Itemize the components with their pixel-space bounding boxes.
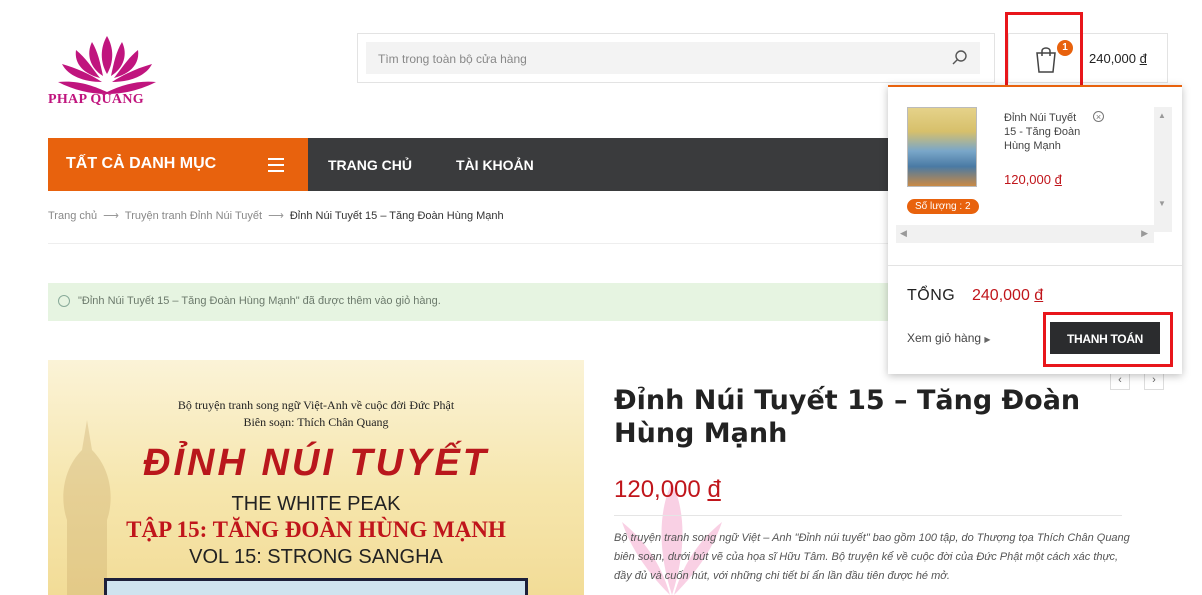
cover-title-en: THE WHITE PEAK [231, 493, 401, 515]
product-image[interactable]: Bộ truyện tranh song ngữ Việt-Anh về cuộ… [48, 360, 584, 595]
mini-cart-item-price-amount: 120,000 [1004, 172, 1051, 187]
mini-cart-item-currency: đ [1054, 172, 1062, 187]
scroll-left-icon[interactable]: ◀ [900, 228, 907, 239]
nav-item-home[interactable]: TRANG CHỦ [328, 157, 412, 173]
scroll-down-icon[interactable]: ▼ [1158, 199, 1166, 208]
breadcrumb-separator: ⟶ [103, 210, 119, 222]
mini-cart-item-thumbnail[interactable] [907, 107, 977, 187]
all-categories-label: TẤT CẢ DANH MỤC [66, 155, 217, 172]
mini-cart-item-name[interactable]: Đỉnh Núi Tuyết 15 - Tăng Đoàn Hùng Mạnh [1004, 111, 1084, 153]
mini-cart-total-currency: đ [1034, 287, 1044, 304]
breadcrumb-current: Đỉnh Núi Tuyết 15 – Tăng Đoàn Hùng Mạnh [289, 210, 504, 222]
search-bar [357, 33, 995, 83]
breadcrumb-separator: ⟶ [268, 210, 284, 222]
divider [614, 515, 1122, 516]
product-price-amount: 120,000 [614, 476, 701, 503]
checkout-highlight [1043, 312, 1173, 367]
cover-illustration-frame [104, 578, 528, 595]
mini-cart-item-price: 120,000 đ [1004, 172, 1062, 187]
product-price: 120,000 đ [614, 476, 721, 504]
all-categories-menu[interactable]: TẤT CẢ DANH MỤC [48, 138, 308, 191]
mini-cart-total-label: TỔNG [907, 287, 956, 304]
cover-volume-vn: TẬP 15: TĂNG ĐOÀN HÙNG MẠNH [126, 517, 506, 542]
product-title: Đỉnh Núi Tuyết 15 – Tăng Đoàn Hùng Mạnh [614, 385, 1081, 449]
cover-author-line: Biên soạn: Thích Chân Quang [243, 415, 389, 429]
caret-right-icon: ▶ [984, 335, 991, 344]
remove-item-icon[interactable]: × [1093, 111, 1104, 122]
cart-icon-highlight [1005, 12, 1083, 89]
added-to-cart-notice: "Đỉnh Núi Tuyết 15 – Tăng Đoàn Hùng Mạnh… [48, 283, 898, 321]
breadcrumb: Trang chủ ⟶ Truyện tranh Đỉnh Núi Tuyết ⟶ Đỉ… [48, 209, 504, 222]
view-cart-link[interactable]: Xem giỏ hàng ▶ [907, 331, 991, 345]
check-circle-icon [58, 295, 70, 307]
search-icon[interactable] [950, 48, 970, 68]
cover-series-line: Bộ truyện tranh song ngữ Việt-Anh về cuộ… [177, 398, 455, 412]
cart-total-amount: 240,000 [1089, 51, 1136, 66]
vertical-scrollbar[interactable]: ▲ ▼ [1154, 107, 1172, 232]
search-field-wrapper [366, 42, 980, 76]
breadcrumb-home[interactable]: Trang chủ [48, 210, 97, 222]
mini-cart-total-value: 240,000 đ [972, 287, 1043, 305]
cart-total-currency: đ [1139, 51, 1147, 66]
mini-cart-quantity-badge: Số lượng : 2 [907, 199, 979, 214]
scroll-up-icon[interactable]: ▲ [1158, 111, 1166, 120]
hamburger-icon[interactable] [268, 158, 284, 172]
notice-text: "Đỉnh Núi Tuyết 15 – Tăng Đoàn Hùng Mạnh… [78, 295, 441, 307]
view-cart-label: Xem giỏ hàng [907, 331, 982, 345]
cart-total[interactable]: 240,000 đ [1089, 51, 1147, 66]
mini-cart-items: Đỉnh Núi Tuyết 15 - Tăng Đoàn Hùng Mạnh … [888, 87, 1182, 247]
product-description: Bộ truyện tranh song ngữ Việt – Anh "Đỉn… [614, 532, 1130, 582]
divider [888, 265, 1182, 266]
product-price-currency: đ [707, 476, 721, 503]
brand-name: PHAP QUANG [48, 92, 144, 107]
cover-volume-en: VOL 15: STRONG SANGHA [189, 546, 443, 568]
breadcrumb-category[interactable]: Truyện tranh Đỉnh Núi Tuyết [125, 210, 262, 222]
search-input[interactable] [376, 42, 940, 76]
scroll-right-icon[interactable]: ▶ [1141, 228, 1148, 239]
nav-item-account[interactable]: TÀI KHOẢN [456, 157, 534, 173]
horizontal-scrollbar[interactable]: ◀ ▶ [896, 225, 1154, 243]
mini-cart-total-amount: 240,000 [972, 287, 1030, 304]
cover-title: ĐỈNH NÚI TUYẾT [143, 442, 489, 484]
